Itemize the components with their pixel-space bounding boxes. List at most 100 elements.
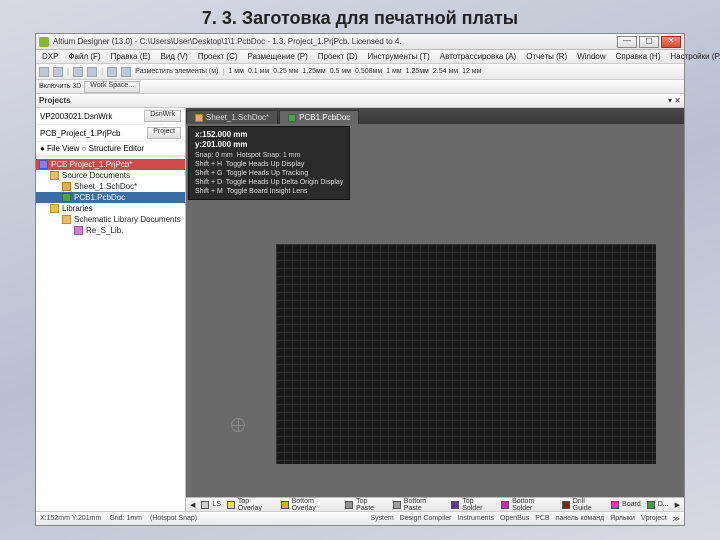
layer-scroll-right-icon[interactable]: ▶ [675, 501, 680, 509]
fit-icon[interactable] [121, 67, 131, 77]
layer-tab[interactable]: Top Paste [345, 498, 387, 512]
menu-item-11[interactable]: Справка (H) [612, 52, 665, 61]
layer-name: Top Overlay [238, 498, 275, 512]
toolbar-secondary: Включить 3D Work Space... [36, 80, 684, 94]
pcb-icon [62, 193, 71, 202]
grid-size-option[interactable]: 1.25мм [302, 68, 325, 75]
layer-swatch-icon [201, 501, 209, 509]
tree-item[interactable]: Libraries [36, 203, 185, 214]
grid-size-option[interactable]: 12 мм [462, 68, 481, 75]
status-panel-button[interactable]: ≫ [673, 515, 680, 523]
sidebar-header-label: ● File View ○ Structure Editor [40, 144, 144, 153]
project-tree: PCB Project_1.PrjPcb*Source DocumentsShe… [36, 157, 185, 511]
layer-tab[interactable]: D... [647, 501, 669, 509]
layer-tabs-bar: ◀ LS Top Overlay Bottom Overlay Top Paste Bot… [186, 497, 684, 511]
save-icon[interactable] [53, 67, 63, 77]
close-button[interactable]: ✕ [661, 36, 681, 48]
menu-item-8[interactable]: Автотрассировка (A) [436, 52, 520, 61]
projects-title: Projects [39, 96, 71, 105]
menu-item-5[interactable]: Размещение (P) [244, 52, 312, 61]
document-tabs: Sheet_1.SchDoc*PCB1.PcbDoc [186, 108, 684, 124]
menu-item-2[interactable]: Правка (E) [107, 52, 155, 61]
projects-pin-icon[interactable]: ▾ ✕ [668, 96, 681, 105]
layer-swatch-icon [227, 501, 235, 509]
main-editor: Sheet_1.SchDoc*PCB1.PcbDoc x:152.000 mmy… [186, 108, 684, 511]
status-panel-button[interactable]: OpenBus [500, 515, 529, 523]
tree-item[interactable]: Schematic Library Documents [36, 214, 185, 225]
tree-item[interactable]: Re_S_Lib. [36, 225, 185, 236]
workspace-button[interactable]: Work Space... [84, 81, 140, 93]
menu-item-7[interactable]: Инструменты (T) [363, 52, 433, 61]
status-panel-button[interactable]: Instruments [457, 515, 494, 523]
grid-size-option[interactable]: 1 мм [386, 68, 401, 75]
maximize-button[interactable]: ▢ [639, 36, 659, 48]
status-panel-button[interactable]: Design Compiler [400, 515, 452, 523]
grid-size-option[interactable]: 1 мм [228, 68, 243, 75]
origin-marker-icon [231, 418, 245, 432]
slide-title: 7. 3. Заготовка для печатной платы [0, 0, 720, 33]
document-tab[interactable]: PCB1.PcbDoc [279, 110, 359, 124]
tree-item-label: Schematic Library Documents [74, 215, 181, 224]
layer-tab[interactable]: Board [611, 501, 641, 509]
tree-item[interactable]: PCB1.PcbDoc [36, 192, 185, 203]
menu-item-6[interactable]: Проект (D) [314, 52, 362, 61]
layer-tab[interactable]: Bottom Overlay [281, 498, 340, 512]
doc-path: C:\Users\User\Desktop\1\1.PcbDoc - 1.3. … [140, 37, 402, 46]
grid-size-option[interactable]: 0.25 мм [273, 68, 298, 75]
status-panel-button[interactable]: PCB [535, 515, 549, 523]
grid-size-option[interactable]: 1.25мм [406, 68, 429, 75]
coord-x: x:152.000 mm [195, 130, 343, 140]
app-window: Altium Designer (13.0) - C:\Users\User\D… [35, 33, 685, 526]
status-panel-button[interactable]: System [370, 515, 393, 523]
status-panel-button[interactable]: Vproject [641, 515, 667, 523]
minimize-button[interactable]: — [617, 36, 637, 48]
layer-swatch-icon [393, 501, 401, 509]
layer-name: Top Paste [356, 498, 387, 512]
grid-size-option[interactable]: 0.5 мм [330, 68, 351, 75]
sch-icon [62, 182, 71, 191]
grid-size-option[interactable]: 2.54 мм [433, 68, 458, 75]
layer-name: LS [212, 501, 221, 508]
menu-item-12[interactable]: Настройки (P...) [666, 52, 720, 61]
layer-scroll-left-icon[interactable]: ◀ [190, 501, 195, 509]
layer-tab[interactable]: Top Solder [451, 498, 495, 512]
layer-tab[interactable]: Drill Guide [562, 498, 605, 512]
layer-tab[interactable]: Bottom Paste [393, 498, 445, 512]
layer-tab[interactable]: Bottom Solder [501, 498, 556, 512]
headsup-hint: Shift + D Toggle Heads Up Delta Origin D… [195, 178, 343, 187]
grid-size-option[interactable]: 0.1 мм [248, 68, 269, 75]
app-icon [39, 37, 49, 47]
prev-icon[interactable] [73, 67, 83, 77]
pcb-canvas[interactable]: x:152.000 mmy:201.000 mmSnap: 0 mm Hotsp… [186, 124, 684, 497]
zoom-icon[interactable] [107, 67, 117, 77]
headsup-hint: Shift + H Toggle Heads Up Display [195, 160, 343, 169]
layer-tab[interactable]: LS [201, 501, 221, 509]
status-panel-button[interactable]: панель команд [556, 515, 605, 523]
layer-swatch-icon [647, 501, 655, 509]
tree-item-label: PCB Project_1.PrjPcb* [51, 160, 132, 169]
grid-size-option[interactable]: 0.508мм [355, 68, 382, 75]
next-icon[interactable] [87, 67, 97, 77]
sidebar: VP2003021.DsnWrkDsnWrkPCB_Project_1.PrjP… [36, 108, 186, 511]
title-text: Altium Designer (13.0) - C:\Users\User\D… [53, 37, 617, 46]
menu-item-1[interactable]: Файл (F) [64, 52, 104, 61]
menu-item-4[interactable]: Проект (C) [194, 52, 242, 61]
document-tab[interactable]: Sheet_1.SchDoc* [186, 110, 278, 124]
sidebar-header-button[interactable]: DsnWrk [144, 110, 181, 122]
layer-swatch-icon [501, 501, 509, 509]
menu-item-3[interactable]: Вид (V) [156, 52, 191, 61]
enable-3d[interactable]: Включить 3D [39, 83, 81, 90]
menu-item-0[interactable]: DXP [38, 52, 62, 61]
menu-item-9[interactable]: Отчеты (R) [522, 52, 571, 61]
open-icon[interactable] [39, 67, 49, 77]
titlebar: Altium Designer (13.0) - C:\Users\User\D… [36, 34, 684, 50]
tree-item-label: Sheet_1.SchDoc* [74, 182, 137, 191]
layer-tab[interactable]: Top Overlay [227, 498, 275, 512]
sidebar-header-button[interactable]: Project [147, 127, 181, 139]
tree-item[interactable]: PCB Project_1.PrjPcb* [36, 159, 185, 170]
status-panel-button[interactable]: Ярлыки [610, 515, 635, 523]
menu-item-10[interactable]: Window [573, 52, 609, 61]
tree-item[interactable]: Source Documents [36, 170, 185, 181]
tree-item[interactable]: Sheet_1.SchDoc* [36, 181, 185, 192]
grid-size-list: 1 мм 0.1 мм 0.25 мм 1.25мм 0.5 мм 0.508мм 1 мм… [228, 68, 481, 75]
